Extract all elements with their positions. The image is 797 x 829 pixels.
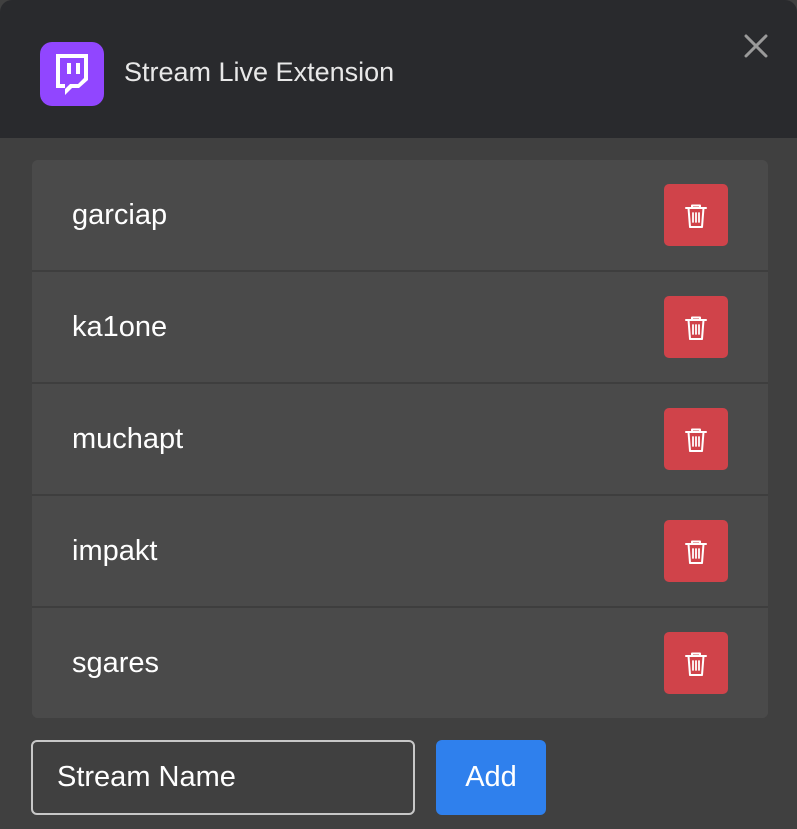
popup-header: Stream Live Extension [0,0,797,138]
close-icon[interactable] [741,31,771,61]
trash-icon [685,204,707,228]
page-title: Stream Live Extension [124,57,395,87]
list-item: impakt [32,496,768,608]
stream-name: ka1one [72,311,168,343]
extension-popup: Stream Live Extension garciap ka1one muc… [0,0,797,829]
add-button[interactable]: Add [436,740,546,815]
stream-name: sgares [72,647,160,679]
delete-button[interactable] [664,408,728,470]
trash-icon [685,428,707,452]
trash-icon [685,652,707,676]
delete-button[interactable] [664,296,728,358]
stream-name-input[interactable] [31,740,415,815]
list-item: sgares [32,608,768,718]
stream-name: muchapt [72,423,184,455]
stream-list: garciap ka1one muchapt impakt sgares [32,160,768,718]
delete-button[interactable] [664,184,728,246]
delete-button[interactable] [664,520,728,582]
list-item: muchapt [32,384,768,496]
delete-button[interactable] [664,632,728,694]
stream-name: garciap [72,199,168,231]
stream-name: impakt [72,535,158,567]
trash-icon [685,316,707,340]
twitch-logo-icon [40,42,104,106]
list-item: garciap [32,160,768,272]
list-item: ka1one [32,272,768,384]
trash-icon [685,540,707,564]
